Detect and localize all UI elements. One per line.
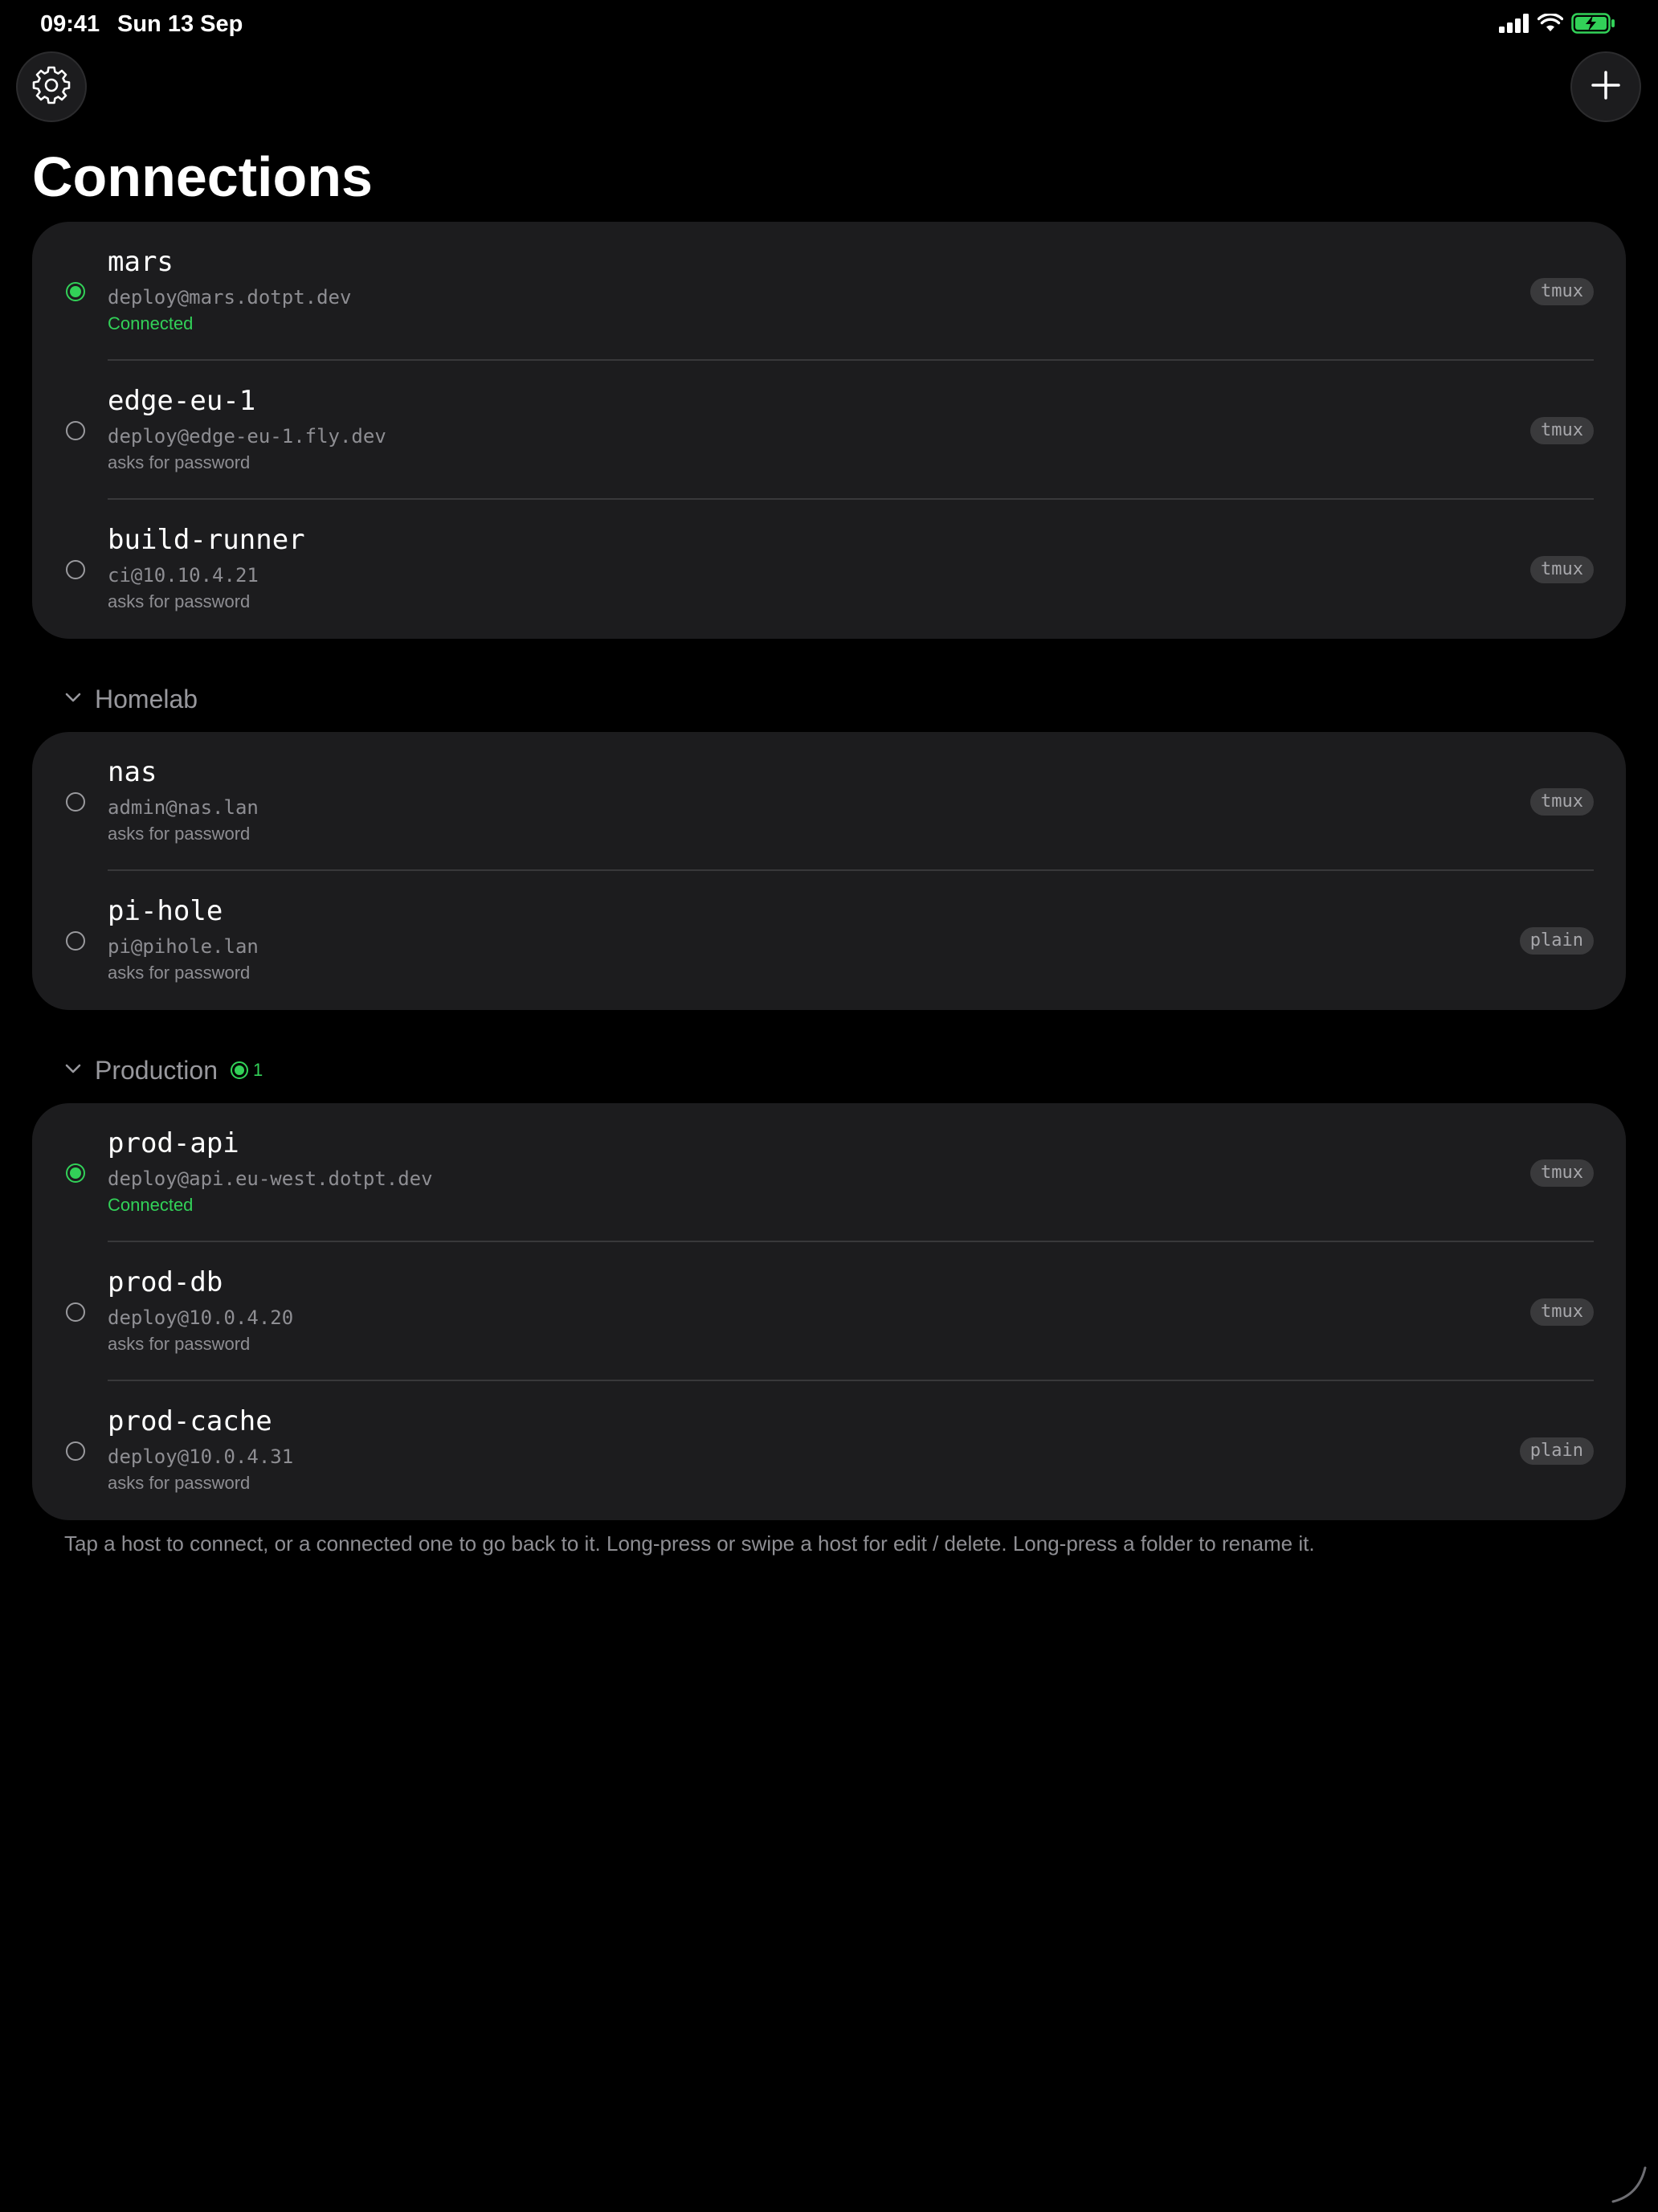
folder-header-homelab[interactable]: Homelab <box>64 681 198 717</box>
host-row-edge-eu-1[interactable]: edge-eu-1 deploy@edge-eu-1.fly.dev asks … <box>32 361 1626 500</box>
host-name: prod-api <box>108 1127 239 1159</box>
host-row-build-runner[interactable]: build-runner ci@10.10.4.21 asks for pass… <box>32 500 1626 639</box>
connection-status-indicator <box>66 421 85 440</box>
host-address: deploy@api.eu-west.dotpt.dev <box>108 1167 433 1190</box>
connection-status-indicator <box>66 1302 85 1322</box>
session-badge: tmux <box>1530 556 1594 583</box>
host-status: asks for password <box>108 963 251 983</box>
host-status: Connected <box>108 1195 194 1215</box>
session-badge: plain <box>1519 927 1594 955</box>
host-row-nas[interactable]: nas admin@nas.lan asks for password tmux <box>32 732 1626 871</box>
session-badge: tmux <box>1530 1159 1594 1187</box>
folder-title: Homelab <box>95 684 198 713</box>
host-name: edge-eu-1 <box>108 385 256 417</box>
chevron-down-icon <box>64 692 82 707</box>
host-status: Connected <box>108 313 194 333</box>
session-badge: tmux <box>1530 417 1594 444</box>
session-badge: plain <box>1519 1437 1594 1465</box>
host-row-mars[interactable]: mars deploy@mars.dotpt.dev Connected tmu… <box>32 222 1626 361</box>
connected-count: 1 <box>252 1060 263 1080</box>
chevron-down-icon <box>64 1063 82 1078</box>
host-address: deploy@edge-eu-1.fly.dev <box>108 425 386 448</box>
session-badge: tmux <box>1530 1298 1594 1326</box>
host-row-prod-db[interactable]: prod-db deploy@10.0.4.20 asks for passwo… <box>32 1242 1626 1381</box>
folder-header-production[interactable]: Production 1 <box>64 1053 263 1088</box>
host-address: deploy@10.0.4.20 <box>108 1306 294 1329</box>
gear-icon <box>32 66 71 108</box>
host-status: asks for password <box>108 591 251 611</box>
host-name: prod-cache <box>108 1405 272 1437</box>
connection-status-indicator <box>66 282 85 301</box>
connected-count-badge: 1 <box>230 1060 263 1081</box>
host-address: deploy@mars.dotpt.dev <box>108 286 352 309</box>
host-status: asks for password <box>108 1334 251 1354</box>
host-row-prod-cache[interactable]: prod-cache deploy@10.0.4.31 asks for pas… <box>32 1381 1626 1520</box>
page-title: Connections <box>32 145 373 208</box>
host-name: pi-hole <box>108 895 223 927</box>
connection-status-indicator <box>66 1163 85 1183</box>
host-name: mars <box>108 246 174 278</box>
settings-button[interactable] <box>16 51 87 122</box>
status-icons <box>1499 12 1616 38</box>
host-name: build-runner <box>108 524 305 556</box>
help-footnote: Tap a host to connect, or a connected on… <box>64 1531 1315 1556</box>
session-badge: tmux <box>1530 788 1594 816</box>
host-status: asks for password <box>108 824 251 844</box>
cellular-signal-icon <box>1499 13 1529 37</box>
session-badge: tmux <box>1530 278 1594 305</box>
status-date: Sun 13 Sep <box>117 11 243 37</box>
host-status: asks for password <box>108 452 251 472</box>
host-address: ci@10.10.4.21 <box>108 564 259 587</box>
homelab-hosts-card: nas admin@nas.lan asks for password tmux… <box>32 732 1626 1010</box>
host-address: deploy@10.0.4.31 <box>108 1445 294 1468</box>
connection-status-indicator <box>66 1441 85 1461</box>
add-connection-button[interactable] <box>1570 51 1641 122</box>
host-name: prod-db <box>108 1266 223 1298</box>
battery-charging-icon <box>1571 12 1616 38</box>
connection-status-indicator <box>66 560 85 579</box>
host-name: nas <box>108 756 157 788</box>
plus-icon <box>1590 69 1622 105</box>
host-status: asks for password <box>108 1473 251 1493</box>
host-address: pi@pihole.lan <box>108 935 259 958</box>
host-row-pi-hole[interactable]: pi-hole pi@pihole.lan asks for password … <box>32 871 1626 1010</box>
status-time: 09:41 <box>40 11 100 37</box>
host-address: admin@nas.lan <box>108 796 259 819</box>
production-hosts-card: prod-api deploy@api.eu-west.dotpt.dev Co… <box>32 1103 1626 1520</box>
connection-status-indicator <box>66 792 85 812</box>
wifi-icon <box>1537 12 1564 37</box>
host-row-prod-api[interactable]: prod-api deploy@api.eu-west.dotpt.dev Co… <box>32 1103 1626 1242</box>
folder-title: Production <box>95 1055 218 1085</box>
resize-handle-icon[interactable] <box>1607 2160 1655 2208</box>
connection-status-indicator <box>66 931 85 951</box>
status-bar: 09:41 Sun 13 Sep <box>0 0 1658 51</box>
connected-dot-icon <box>230 1061 248 1079</box>
ungrouped-hosts-card: mars deploy@mars.dotpt.dev Connected tmu… <box>32 222 1626 639</box>
